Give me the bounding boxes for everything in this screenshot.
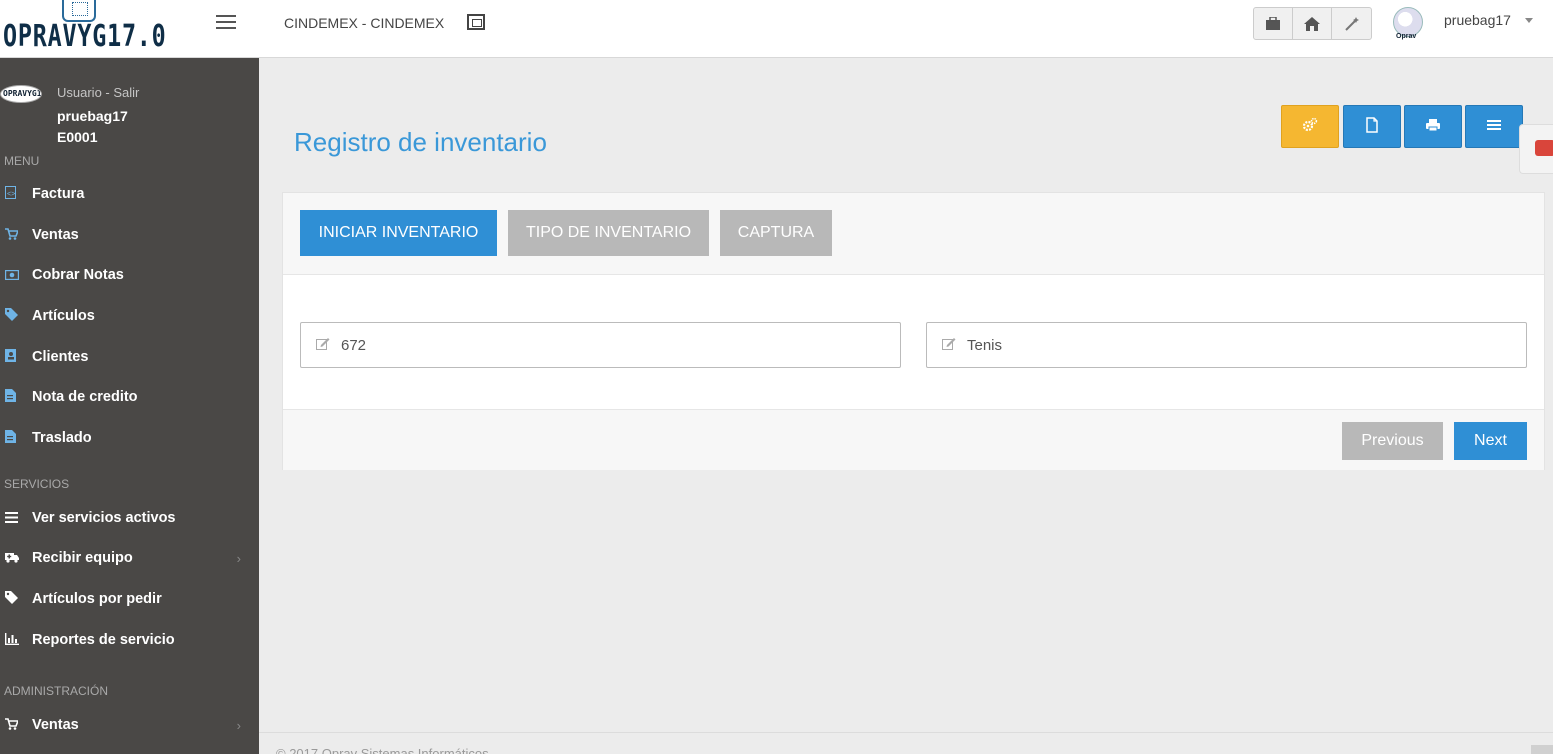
logout-link[interactable]: Usuario - Salir — [57, 85, 139, 100]
section-administracion: ADMINISTRACIÓN — [4, 684, 109, 698]
section-menu: MENU — [4, 154, 40, 168]
money-icon — [0, 268, 32, 283]
document-icon — [0, 430, 32, 446]
step-tipo-de-inventario[interactable]: TIPO DE INVENTARIO — [508, 210, 709, 256]
new-document-button[interactable] — [1343, 105, 1401, 148]
sidebar-item-admin-ventas[interactable]: Ventas › — [0, 709, 259, 741]
inventory-description-field[interactable] — [926, 322, 1527, 368]
footer-text: © 2017 Oprav Sistemas Informáticos — [276, 746, 489, 754]
inventory-description-input[interactable] — [967, 336, 1507, 354]
sidebar-item-traslado[interactable]: Traslado — [0, 422, 259, 454]
sidebar-avatar: OPRAVYG17 — [0, 85, 42, 103]
sidebar-item-cobrar-notas[interactable]: Cobrar Notas — [0, 259, 259, 291]
sidebar-item-ver-servicios-activos[interactable]: Ver servicios activos — [0, 502, 259, 534]
sidebar-item-articulos[interactable]: Artículos — [0, 300, 259, 332]
sidebar-item-articulos-por-pedir[interactable]: Artículos por pedir — [0, 583, 259, 615]
sidebar-item-reportes-de-servicio[interactable]: Reportes de servicio — [0, 624, 259, 656]
header-toolbar — [1253, 7, 1372, 40]
section-servicios: SERVICIOS — [4, 477, 70, 491]
file-icon — [1364, 117, 1380, 136]
svg-text:<>: <> — [7, 191, 15, 198]
sidebar-item-factura[interactable]: <> Factura — [0, 178, 259, 210]
print-button[interactable] — [1404, 105, 1462, 148]
sidebar: OPRAVYG17 Usuario - Salir pruebag17 E000… — [0, 58, 259, 754]
invoice-icon: <> — [0, 186, 32, 202]
tags-icon — [0, 591, 32, 607]
wizard-panel: INICIAR INVENTARIO TIPO DE INVENTARIO CA… — [282, 192, 1545, 470]
chevron-right-icon: › — [236, 717, 241, 733]
sidebar-item-nota-de-credito[interactable]: Nota de credito — [0, 381, 259, 413]
chevron-right-icon: › — [236, 550, 241, 566]
fullscreen-icon[interactable] — [467, 14, 485, 30]
sidebar-item-clientes[interactable]: Clientes — [0, 341, 259, 373]
wizard-footer: Previous Next — [283, 409, 1544, 470]
cart-icon — [0, 227, 32, 243]
list-icon — [0, 511, 32, 526]
previous-button[interactable]: Previous — [1342, 422, 1443, 460]
chevron-down-icon[interactable] — [1525, 18, 1533, 23]
top-header: OPRAVYG17.0 CINDEMEX - CINDEMEX pruebag1… — [0, 0, 1553, 58]
address-book-icon — [0, 349, 32, 365]
page-title: Registro de inventario — [294, 127, 547, 157]
app-logo[interactable]: OPRAVYG17.0 — [0, 0, 170, 57]
sidebar-user-code: E0001 — [57, 129, 98, 145]
step-captura[interactable]: CAPTURA — [720, 210, 832, 256]
print-icon — [1425, 117, 1441, 136]
document-icon — [0, 389, 32, 405]
sidebar-item-ventas[interactable]: Ventas — [0, 219, 259, 251]
edit-icon — [927, 337, 967, 353]
user-menu[interactable]: pruebag17 — [1444, 12, 1511, 28]
scrollbar[interactable] — [1531, 745, 1553, 754]
step-iniciar-inventario[interactable]: INICIAR INVENTARIO — [300, 210, 497, 256]
list-icon — [1486, 117, 1502, 136]
sidebar-item-recibir-equipo[interactable]: Recibir equipo › — [0, 542, 259, 574]
user-avatar[interactable] — [1393, 7, 1423, 40]
ambulance-icon — [0, 551, 32, 566]
magic-wand-icon[interactable] — [1332, 8, 1371, 39]
logo-text: OPRAVYG17.0 — [3, 19, 167, 54]
home-icon[interactable] — [1293, 8, 1332, 39]
video-help-tab[interactable] — [1519, 124, 1553, 174]
cogs-icon — [1302, 117, 1318, 136]
list-view-button[interactable] — [1465, 105, 1523, 148]
inventory-number-field[interactable] — [300, 322, 901, 368]
sidebar-username: pruebag17 — [57, 108, 128, 124]
next-button[interactable]: Next — [1454, 422, 1527, 460]
inventory-number-input[interactable] — [341, 336, 881, 354]
bar-chart-icon — [0, 632, 32, 648]
wizard-steps: INICIAR INVENTARIO TIPO DE INVENTARIO CA… — [283, 193, 1544, 275]
settings-button[interactable] — [1281, 105, 1339, 148]
cart-icon — [0, 717, 32, 733]
company-name: CINDEMEX - CINDEMEX — [284, 15, 445, 31]
briefcase-icon[interactable] — [1254, 8, 1293, 39]
menu-toggle-icon[interactable] — [216, 15, 236, 29]
edit-icon — [301, 337, 341, 353]
tags-icon — [0, 308, 32, 324]
